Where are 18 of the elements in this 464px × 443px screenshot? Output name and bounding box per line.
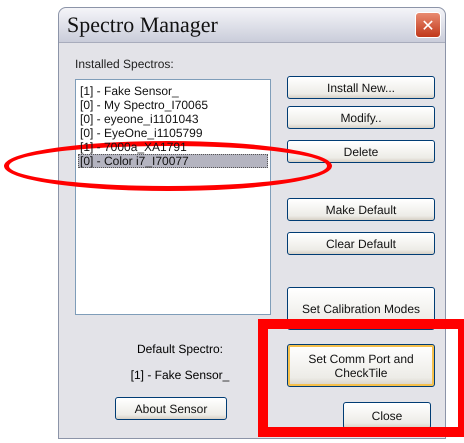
dialog-button[interactable]: Install New... — [287, 76, 435, 99]
dialog-button[interactable]: Make Default — [287, 198, 435, 221]
dialog-button[interactable]: Delete — [287, 140, 435, 163]
list-label: Installed Spectros: — [75, 57, 174, 73]
list-item[interactable]: [0] - EyeOne_i1105799 — [78, 126, 268, 140]
about-sensor-button[interactable]: About Sensor — [115, 397, 227, 420]
list-item[interactable]: [1] - Fake Sensor_ — [78, 84, 268, 98]
list-item[interactable]: [0] - Color i7_I70077 — [78, 154, 268, 168]
list-item[interactable]: [0] - My Spectro_I70065 — [78, 98, 268, 112]
default-value: [1] - Fake Sensor_ — [130, 368, 230, 382]
window-title: Spectro Manager — [67, 12, 218, 38]
list-item[interactable]: [0] - eyeone_i1101043 — [78, 112, 268, 126]
dialog-button[interactable]: Modify.. — [287, 106, 435, 129]
dialog-button[interactable]: Clear Default — [287, 232, 435, 255]
dialog-button[interactable]: Close — [343, 402, 431, 429]
dialog-button[interactable]: Set Comm Port and CheckTile — [287, 344, 435, 387]
default-label: Default Spectro: — [136, 342, 224, 356]
close-button[interactable]: ✕ — [415, 12, 441, 38]
